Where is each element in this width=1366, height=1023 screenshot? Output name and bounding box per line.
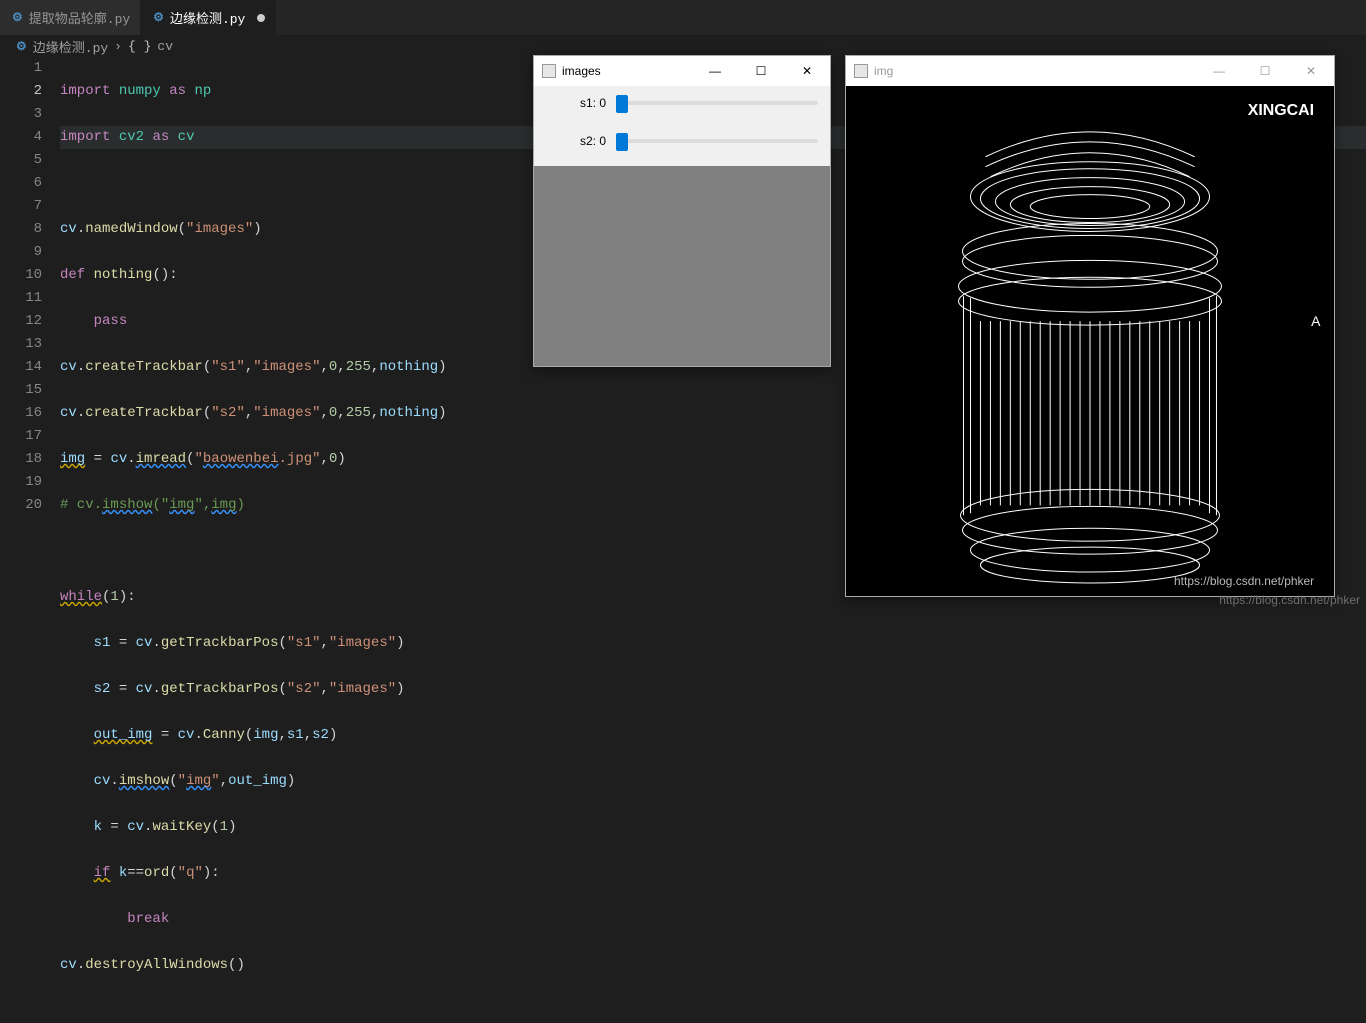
tab-edge-detect[interactable]: ⚙ 边缘检测.py xyxy=(141,0,276,35)
maximize-button[interactable]: ☐ xyxy=(1242,56,1288,86)
canny-output-image: XINGCAI https://blog.csdn.net/phker A xyxy=(846,86,1334,596)
tab-label: 边缘检测.py xyxy=(170,8,245,27)
python-icon: ⚙ xyxy=(12,10,23,25)
image-watermark: XINGCAI xyxy=(1248,102,1314,119)
breadcrumb-sep: › xyxy=(114,39,122,54)
slider-thumb-icon[interactable] xyxy=(616,133,628,151)
edge-detection-svg: XINGCAI https://blog.csdn.net/phker A xyxy=(846,86,1334,596)
trackbar-panel: s1: 0 s2: 0 xyxy=(534,86,830,166)
breadcrumb-file: 边缘检测.py xyxy=(33,37,108,56)
trackbar-s1: s1: 0 xyxy=(546,96,818,110)
close-button[interactable]: ✕ xyxy=(784,56,830,86)
trackbar-label: s2: 0 xyxy=(546,134,606,148)
tab-bar: ⚙ 提取物品轮廓.py ⚙ 边缘检测.py xyxy=(0,0,1366,35)
window-titlebar[interactable]: img — ☐ ✕ xyxy=(846,56,1334,86)
brace-icon: { } xyxy=(128,39,151,54)
trackbar-slider-s1[interactable] xyxy=(616,101,818,105)
trackbar-label: s1: 0 xyxy=(546,96,606,110)
window-title: img xyxy=(874,64,893,78)
python-icon: ⚙ xyxy=(153,10,164,25)
marker-a: A xyxy=(1311,313,1321,329)
slider-thumb-icon[interactable] xyxy=(616,95,628,113)
modified-indicator-icon xyxy=(257,14,265,22)
minimize-button[interactable]: — xyxy=(692,56,738,86)
tab-extract-contours[interactable]: ⚙ 提取物品轮廓.py xyxy=(0,0,141,35)
minimize-button[interactable]: — xyxy=(1196,56,1242,86)
cv-img-window[interactable]: img — ☐ ✕ xyxy=(845,55,1335,597)
python-icon: ⚙ xyxy=(16,39,27,54)
close-button[interactable]: ✕ xyxy=(1288,56,1334,86)
app-icon xyxy=(542,64,556,78)
tab-label: 提取物品轮廓.py xyxy=(29,8,130,27)
breadcrumb[interactable]: ⚙ 边缘检测.py › { } cv xyxy=(0,35,1366,57)
trackbar-s2: s2: 0 xyxy=(546,134,818,148)
breadcrumb-symbol: cv xyxy=(157,39,173,54)
trackbar-slider-s2[interactable] xyxy=(616,139,818,143)
window-titlebar[interactable]: images — ☐ ✕ xyxy=(534,56,830,86)
maximize-button[interactable]: ☐ xyxy=(738,56,784,86)
page-watermark: https://blog.csdn.net/phker xyxy=(1219,593,1360,607)
line-gutter: 1234567891011121314151617181920 xyxy=(0,57,60,1023)
cv-image-area xyxy=(534,166,830,366)
cv-images-window[interactable]: images — ☐ ✕ s1: 0 s2: 0 xyxy=(533,55,831,367)
window-title: images xyxy=(562,64,601,78)
app-icon xyxy=(854,64,868,78)
image-bottom-watermark: https://blog.csdn.net/phker xyxy=(1174,574,1314,588)
